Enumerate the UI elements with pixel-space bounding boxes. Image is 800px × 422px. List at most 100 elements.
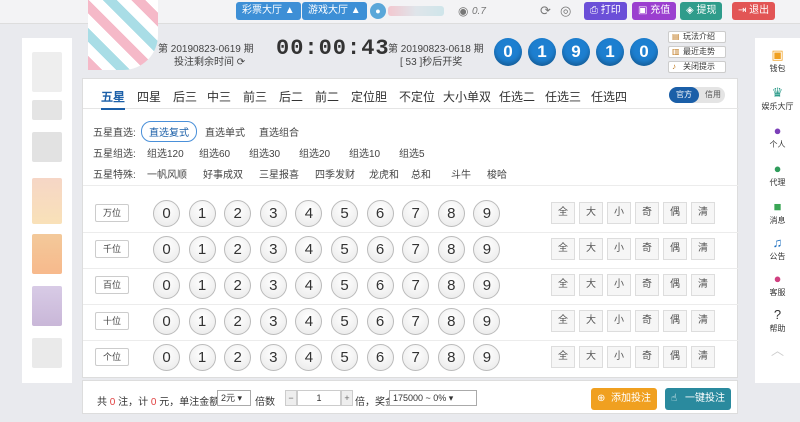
message-link[interactable]: ■ 消息 <box>755 200 800 226</box>
number-ball[interactable]: 3 <box>259 344 287 371</box>
tab-any-two[interactable]: 任选二 <box>499 88 535 105</box>
play-option[interactable]: 好事成双 <box>203 166 243 181</box>
refresh-icon[interactable]: ⟳ <box>540 3 551 19</box>
quick-select-button[interactable]: 小 <box>607 202 631 224</box>
wallet-link[interactable]: ▣ 钱包 <box>755 48 800 74</box>
number-ball[interactable]: 1 <box>188 200 216 227</box>
quick-select-button[interactable]: 全 <box>551 310 575 332</box>
quick-select-button[interactable]: 奇 <box>635 310 659 332</box>
number-ball[interactable]: 6 <box>366 308 394 335</box>
tab-five-star[interactable]: 五星 <box>101 88 126 110</box>
tab-position[interactable]: 定位胆 <box>351 88 387 105</box>
number-ball[interactable]: 0 <box>153 308 180 335</box>
quick-select-button[interactable]: 全 <box>551 346 575 368</box>
number-ball[interactable]: 8 <box>437 200 465 227</box>
tab-unfixed[interactable]: 不定位 <box>399 88 435 105</box>
user-avatar-icon[interactable]: ● <box>370 3 386 19</box>
number-ball[interactable]: 7 <box>402 272 430 299</box>
service-link[interactable]: ● 客服 <box>755 272 800 298</box>
add-bet-button[interactable]: ⊕ 添加投注 <box>591 388 657 410</box>
number-ball[interactable]: 9 <box>473 344 501 371</box>
tab-first-three[interactable]: 前三 <box>243 88 267 105</box>
quick-select-button[interactable]: 全 <box>551 202 575 224</box>
number-ball[interactable]: 4 <box>295 308 323 335</box>
play-option[interactable]: 组选60 <box>199 145 230 160</box>
number-ball[interactable]: 6 <box>366 200 394 227</box>
number-ball[interactable]: 4 <box>295 272 323 299</box>
mode-toggle[interactable]: 官方 信用 <box>669 87 725 103</box>
logout-button[interactable]: ⇥ 退出 <box>732 2 776 20</box>
number-ball[interactable]: 4 <box>295 200 323 227</box>
quick-select-button[interactable]: 清 <box>691 238 715 260</box>
number-ball[interactable]: 5 <box>331 200 358 227</box>
number-ball[interactable]: 6 <box>366 236 394 263</box>
play-option[interactable]: 一帆风顺 <box>147 166 187 181</box>
help-link[interactable]: ? 帮助 <box>755 308 800 334</box>
number-ball[interactable]: 8 <box>437 344 465 371</box>
number-ball[interactable]: 5 <box>331 272 358 299</box>
play-option[interactable]: 直选单式 <box>205 124 245 139</box>
multiple-decrease-button[interactable]: − <box>285 390 297 406</box>
tab-mid-three[interactable]: 中三 <box>207 88 231 105</box>
number-ball[interactable]: 5 <box>331 308 358 335</box>
close-tip-link[interactable]: ♪ 关闭提示 <box>668 61 726 73</box>
print-button[interactable]: ⎙ 打印 <box>584 2 627 20</box>
number-ball[interactable]: 7 <box>402 200 430 227</box>
quick-select-button[interactable]: 清 <box>691 274 715 296</box>
number-ball[interactable]: 2 <box>224 236 252 263</box>
play-option[interactable]: 斗牛 <box>451 166 471 181</box>
number-ball[interactable]: 7 <box>402 344 430 371</box>
number-ball[interactable]: 8 <box>437 236 465 263</box>
number-ball[interactable]: 2 <box>224 272 252 299</box>
number-ball[interactable]: 3 <box>259 308 287 335</box>
one-click-bet-button[interactable]: ☝ 一键投注 <box>665 388 731 410</box>
number-ball[interactable]: 1 <box>188 272 216 299</box>
number-ball[interactable]: 2 <box>224 308 252 335</box>
number-ball[interactable]: 3 <box>259 272 287 299</box>
number-ball[interactable]: 0 <box>153 272 180 299</box>
quick-select-button[interactable]: 清 <box>691 202 715 224</box>
tab-any-three[interactable]: 任选三 <box>545 88 581 105</box>
quick-select-button[interactable]: 大 <box>579 274 603 296</box>
tab-first-two[interactable]: 前二 <box>315 88 339 105</box>
number-ball[interactable]: 0 <box>153 236 180 263</box>
quick-select-button[interactable]: 大 <box>579 238 603 260</box>
quick-select-button[interactable]: 大 <box>579 202 603 224</box>
withdraw-button[interactable]: ◈ 提现 <box>680 2 723 20</box>
number-ball[interactable]: 1 <box>188 308 216 335</box>
entertainment-link[interactable]: ♛ 娱乐大厅 <box>755 86 800 112</box>
quick-select-button[interactable]: 小 <box>607 310 631 332</box>
tab-four-star[interactable]: 四星 <box>137 88 161 105</box>
notice-link[interactable]: ♫ 公告 <box>755 236 800 262</box>
quick-select-button[interactable]: 大 <box>579 346 603 368</box>
number-ball[interactable]: 9 <box>473 272 501 299</box>
play-option[interactable]: 组选30 <box>249 145 280 160</box>
number-ball[interactable]: 9 <box>473 308 501 335</box>
refresh-icon[interactable]: ⟳ <box>237 57 245 68</box>
quick-select-button[interactable]: 偶 <box>663 310 687 332</box>
quick-select-button[interactable]: 偶 <box>663 346 687 368</box>
quick-select-button[interactable]: 清 <box>691 310 715 332</box>
mode-official[interactable]: 官方 <box>669 87 699 103</box>
number-ball[interactable]: 0 <box>153 200 180 227</box>
tab-last-three[interactable]: 后三 <box>173 88 197 105</box>
number-ball[interactable]: 4 <box>295 344 323 371</box>
rules-link[interactable]: ▤ 玩法介绍 <box>668 31 726 43</box>
game-hall-button[interactable]: 游戏大厅 ▲ <box>302 2 367 20</box>
agent-link[interactable]: ● 代理 <box>755 162 800 188</box>
personal-link[interactable]: ● 个人 <box>755 124 800 150</box>
number-ball[interactable]: 7 <box>402 236 430 263</box>
quick-select-button[interactable]: 小 <box>607 346 631 368</box>
quick-select-button[interactable]: 清 <box>691 346 715 368</box>
prize-select[interactable]: 175000 ~ 0% ▾ <box>389 390 477 406</box>
play-option[interactable]: 四季发财 <box>315 166 355 181</box>
quick-select-button[interactable]: 偶 <box>663 274 687 296</box>
quick-select-button[interactable]: 全 <box>551 238 575 260</box>
play-option[interactable]: 组选120 <box>147 145 184 160</box>
number-ball[interactable]: 9 <box>473 236 501 263</box>
unit-select[interactable]: 2元 ▾ <box>217 390 251 406</box>
play-option-selected[interactable]: 直选复式 <box>141 121 197 142</box>
multiple-input[interactable]: 1 <box>297 390 341 406</box>
recharge-button[interactable]: ▣ 充值 <box>632 2 677 20</box>
quick-select-button[interactable]: 奇 <box>635 346 659 368</box>
